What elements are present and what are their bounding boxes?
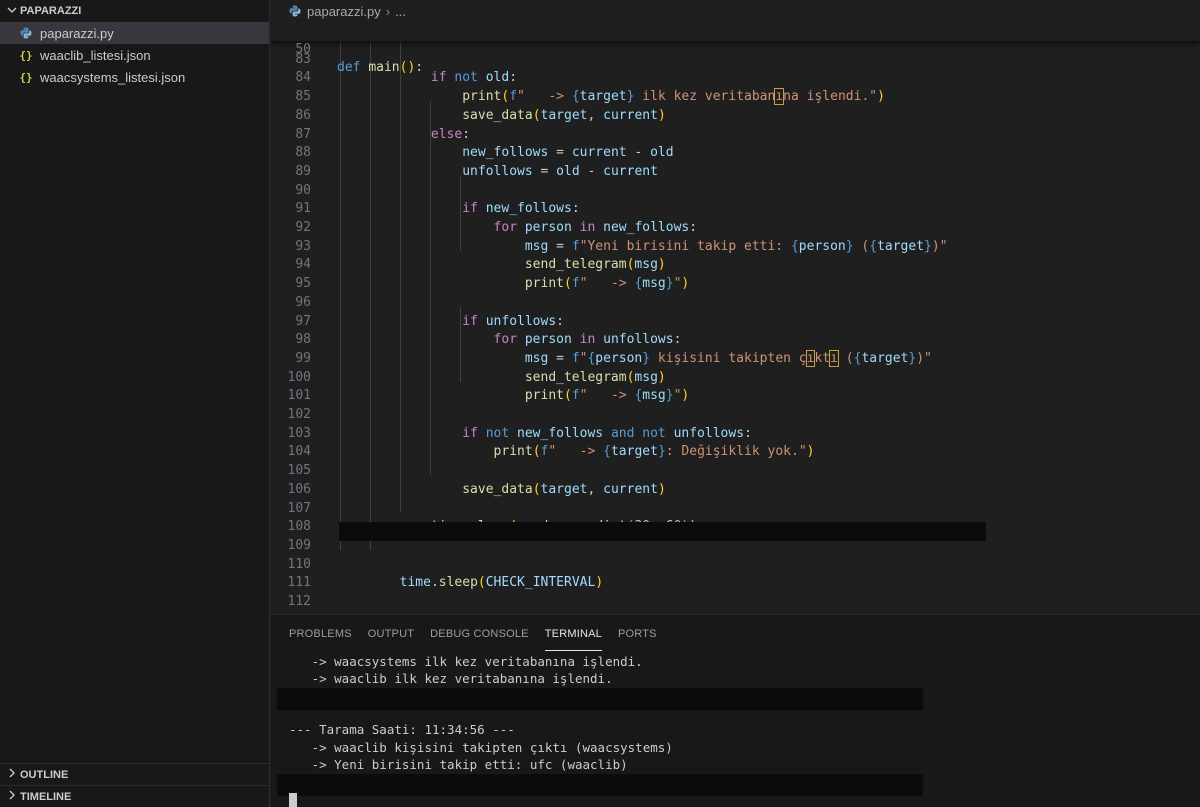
code-line[interactable]: 99 send_telegram(msg) — [271, 331, 1200, 385]
code-line[interactable]: 94 print(f" -> {msg}") — [271, 238, 1200, 291]
code-line[interactable]: 95 — [271, 256, 1200, 291]
file-item-paparazzi-py[interactable]: paparazzi.py — [0, 22, 269, 44]
json-file-icon: {} — [19, 48, 33, 62]
panel-tab-bar: PROBLEMS OUTPUT DEBUG CONSOLE TERMINAL P… — [271, 615, 1200, 651]
code-editor[interactable]: paparazzi.py › ... 50 def main(): 83 if … — [271, 0, 1200, 614]
terminal-line: -> waacsystems ilk kez veritabanına işle… — [289, 654, 643, 669]
tab-ports[interactable]: PORTS — [618, 615, 657, 651]
code-line[interactable]: 96 if unfollows: — [271, 275, 1200, 329]
code-line[interactable]: 97 for person in unfollows: — [271, 294, 1200, 348]
file-name: waaclib_listesi.json — [40, 47, 151, 63]
terminal-line: --- Tarama Saati: 11:34:56 --- — [289, 722, 515, 737]
code-text: def main(): — [337, 60, 424, 76]
python-file-icon — [18, 27, 34, 39]
chevron-right-icon: › — [385, 3, 391, 19]
explorer-title: PAPARAZZI — [20, 5, 82, 17]
json-file-icon: {} — [19, 70, 33, 84]
code-line[interactable]: 91 for person in new_follows: — [271, 182, 1200, 235]
code-line[interactable]: 86 else: — [271, 88, 1200, 142]
code-line[interactable]: 92 msg = f"Yeni birisini takip etti: {pe… — [271, 200, 1200, 254]
terminal-line: -> waaclib ilk kez veritabanına işlendi. — [289, 671, 613, 686]
file-item-waacsystems-listesi-json[interactable]: {} waacsystems_listesi.json — [0, 66, 269, 88]
breadcrumb: paparazzi.py › ... — [271, 0, 1200, 22]
terminal-line: -> Yeni birisini takip etti: ufc (waacli… — [289, 757, 628, 772]
chevron-right-icon — [4, 790, 20, 803]
redaction-bar — [277, 774, 923, 796]
outline-title: OUTLINE — [20, 768, 69, 781]
python-file-icon — [289, 5, 301, 17]
redaction-bar — [277, 688, 923, 710]
code-area[interactable]: 50 def main(): 83 if not old: 84 print(f… — [271, 22, 1200, 614]
file-name: paparazzi.py — [40, 25, 114, 41]
code-line[interactable]: 93 send_telegram(msg) — [271, 219, 1200, 273]
terminal-line: -> waaclib kişisini takipten çıktı (waac… — [289, 740, 673, 755]
outline-section-header[interactable]: OUTLINE — [0, 763, 269, 785]
code-line[interactable]: 100 print(f" -> {msg}") — [271, 350, 1200, 404]
code-line[interactable]: 101 — [271, 369, 1200, 403]
code-line[interactable]: 113 main() — [271, 593, 1200, 614]
explorer-sidebar: PAPARAZZI paparazzi.py {} waaclib_listes… — [0, 0, 270, 807]
code-line[interactable]: 87 new_follows = current - old — [271, 107, 1200, 161]
terminal-cursor — [289, 793, 297, 807]
code-line[interactable]: 108 — [271, 500, 1200, 534]
code-line[interactable]: 90 if new_follows: — [271, 163, 1200, 217]
code-line[interactable]: 89 — [271, 144, 1200, 179]
file-tree: paparazzi.py {} waaclib_listesi.json {} … — [0, 22, 269, 88]
timeline-section-header[interactable]: TIMELINE — [0, 785, 269, 807]
code-line[interactable]: 98 msg = f"{person} kişisini takipten çı… — [271, 313, 1200, 367]
tab-output[interactable]: OUTPUT — [368, 615, 414, 651]
explorer-section-header[interactable]: PAPARAZZI — [0, 0, 269, 22]
line-number: 50 — [295, 41, 311, 57]
code-line[interactable]: 88 unfollows = old - current — [271, 126, 1200, 179]
terminal[interactable]: -> waacsystems ilk kez veritabanına işle… — [277, 653, 1200, 807]
code-line[interactable]: 111 — [271, 556, 1200, 590]
timeline-title: TIMELINE — [20, 790, 72, 803]
bottom-panel: PROBLEMS OUTPUT DEBUG CONSOLE TERMINAL P… — [271, 614, 1200, 807]
tab-terminal[interactable]: TERMINAL — [544, 615, 602, 651]
tab-debug-console[interactable]: DEBUG CONSOLE — [430, 615, 529, 651]
tab-problems[interactable]: PROBLEMS — [289, 615, 352, 651]
code-line[interactable]: 104 — [271, 425, 1200, 459]
code-line[interactable]: 107 time.sleep(random.randint(30, 60)) — [271, 481, 1200, 535]
code-line[interactable]: 112 if __name__ == "__main__": — [271, 574, 1200, 614]
code-line[interactable]: 103 print(f" -> {target}: Değişiklik yok… — [271, 406, 1200, 460]
breadcrumb-file[interactable]: paparazzi.py — [307, 4, 381, 19]
chevron-right-icon — [4, 768, 20, 781]
code-line[interactable]: 102 if not new_follows and not unfollows… — [271, 387, 1200, 441]
file-name: waacsystems_listesi.json — [40, 69, 186, 85]
redaction-bar — [339, 522, 986, 541]
file-item-waaclib-listesi-json[interactable]: {} waaclib_listesi.json — [0, 44, 269, 66]
breadcrumb-symbol[interactable]: ... — [395, 4, 406, 19]
chevron-down-icon — [4, 5, 20, 18]
code-line[interactable]: 105 save_data(target, current) — [271, 443, 1200, 497]
sticky-scroll-line[interactable]: 50 def main(): — [271, 22, 1200, 75]
code-line[interactable]: 106 — [271, 462, 1200, 497]
